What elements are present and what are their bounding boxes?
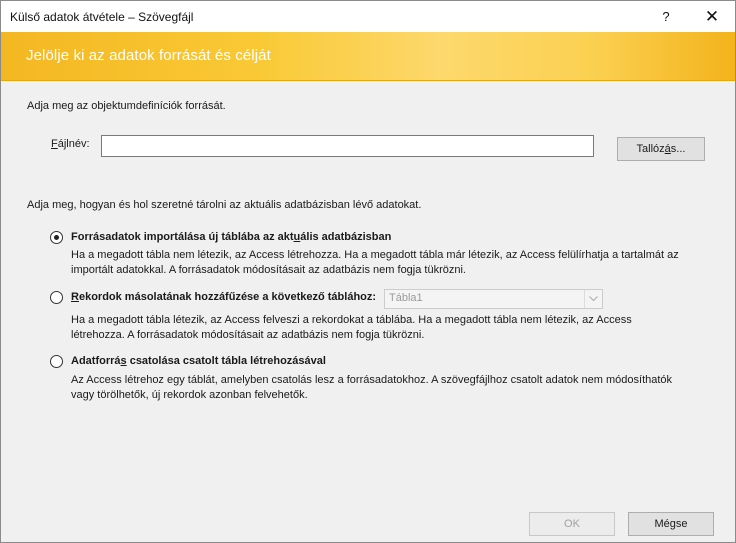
table-select-value: Tábla1 bbox=[389, 292, 423, 304]
ok-label: OK bbox=[564, 518, 580, 530]
option-link-description: Az Access létrehoz egy táblát, amelyben … bbox=[71, 374, 673, 401]
storage-prompt: Adja meg, hogyan és hol szeretné tárolni… bbox=[27, 199, 422, 211]
option-append-description: Ha a megadott tábla létezik, az Access f… bbox=[71, 314, 632, 341]
title-bar: Külső adatok átvétele – Szövegfájl ? ✕ bbox=[1, 1, 735, 32]
dialog-footer: OK Mégse bbox=[1, 501, 735, 542]
window-title: Külső adatok átvétele – Szövegfájl bbox=[10, 10, 194, 24]
dialog-content: Adja meg az objektumdefiníciók forrását.… bbox=[1, 81, 735, 501]
browse-button[interactable]: Tallózás... bbox=[617, 137, 705, 161]
radio-link-table[interactable] bbox=[50, 355, 63, 368]
filename-input[interactable] bbox=[101, 135, 594, 157]
close-icon: ✕ bbox=[704, 6, 720, 26]
cancel-label: Mégse bbox=[654, 518, 688, 530]
source-prompt: Adja meg az objektumdefiníciók forrását. bbox=[27, 100, 226, 112]
table-select[interactable]: Tábla1 bbox=[384, 289, 603, 309]
filename-label: Fájlnév: bbox=[51, 138, 90, 150]
close-button[interactable]: ✕ bbox=[689, 1, 735, 32]
header-banner: Jelölje ki az adatok forrását és célját bbox=[1, 32, 735, 81]
dialog-window: Külső adatok átvétele – Szövegfájl ? ✕ J… bbox=[0, 0, 736, 543]
cancel-button[interactable]: Mégse bbox=[628, 512, 714, 536]
help-button[interactable]: ? bbox=[643, 1, 689, 32]
chevron-down-icon bbox=[584, 290, 602, 308]
ok-button[interactable]: OK bbox=[529, 512, 615, 536]
radio-import-new-table[interactable] bbox=[50, 231, 63, 244]
option-import-description: Ha a megadott tábla nem létezik, az Acce… bbox=[71, 249, 679, 276]
option-link-label[interactable]: Adatforrás csatolása csatolt tábla létre… bbox=[71, 355, 326, 367]
browse-label: Tallózás... bbox=[636, 143, 686, 155]
help-icon: ? bbox=[662, 9, 670, 24]
option-import-label[interactable]: Forrásadatok importálása új táblába az a… bbox=[71, 231, 391, 243]
radio-append-records[interactable] bbox=[50, 291, 63, 304]
banner-heading: Jelölje ki az adatok forrását és célját bbox=[26, 47, 271, 64]
option-append-label[interactable]: Rekordok másolatának hozzáfűzése a követ… bbox=[71, 291, 376, 303]
